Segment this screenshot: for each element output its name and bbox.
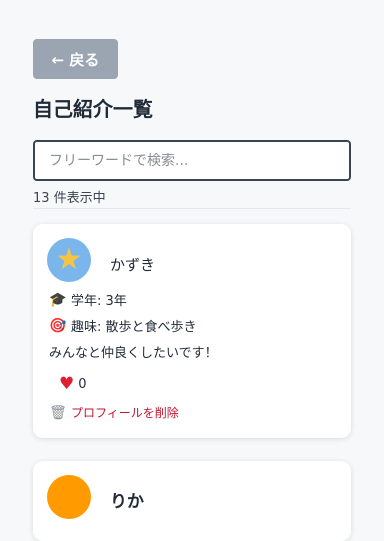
message-row: みんなと仲良くしたいです！ xyxy=(49,342,218,361)
divider xyxy=(33,208,351,209)
hobby-text: 趣味: 散歩と食べ歩き xyxy=(71,320,197,335)
profile-name: りか xyxy=(110,492,144,512)
avatar: ★ xyxy=(47,238,91,282)
page-title: 自己紹介一覧 xyxy=(33,97,153,121)
search-input[interactable] xyxy=(33,140,351,181)
trash-icon: 🗑 xyxy=(49,404,67,421)
delete-profile-button[interactable]: 🗑 プロフィールを削除 xyxy=(49,404,179,421)
profile-card: りか xyxy=(33,461,351,541)
profile-card: ★ かずき 🎓 学年: 3年 🎯 趣味: 散歩と食べ歩き みんなと仲良くしたいで… xyxy=(33,224,351,438)
delete-label: プロフィールを削除 xyxy=(71,406,179,420)
back-button[interactable]: ← 戻る xyxy=(33,39,118,79)
graduation-cap-icon: 🎓 xyxy=(49,291,67,308)
grade-text: 学年: 3年 xyxy=(71,294,127,309)
message-text: みんなと仲良くしたいです！ xyxy=(49,346,218,361)
target-icon: 🎯 xyxy=(49,317,67,334)
star-icon: ★ xyxy=(55,242,83,277)
like-count: 0 xyxy=(78,376,87,392)
hobby-row: 🎯 趣味: 散歩と食べ歩き xyxy=(49,316,197,336)
like-button[interactable]: ♥ 0 xyxy=(59,374,87,394)
result-count: 13 件表示中 xyxy=(33,191,106,206)
heart-icon: ♥ xyxy=(59,374,75,394)
grade-row: 🎓 学年: 3年 xyxy=(49,290,127,310)
profile-name: かずき xyxy=(110,256,156,274)
avatar xyxy=(47,475,91,519)
